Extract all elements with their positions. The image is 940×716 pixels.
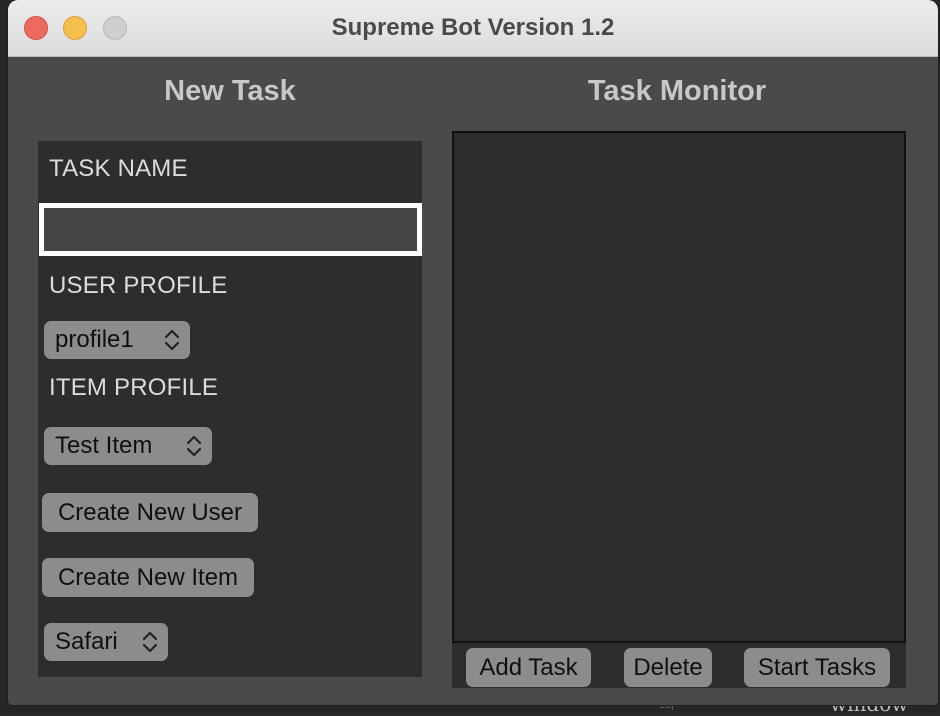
- chevron-up-down-icon: [164, 329, 180, 351]
- title-bar[interactable]: Supreme Bot Version 1.2: [8, 0, 938, 57]
- start-tasks-button[interactable]: Start Tasks: [744, 648, 890, 687]
- task-name-input[interactable]: [39, 203, 422, 256]
- task-monitor-heading: Task Monitor: [587, 75, 767, 107]
- user-profile-label: USER PROFILE: [49, 272, 228, 299]
- create-new-item-button[interactable]: Create New Item: [42, 558, 254, 597]
- user-profile-selected-value: profile1: [55, 326, 134, 353]
- delete-button[interactable]: Delete: [624, 648, 712, 687]
- browser-select[interactable]: Safari: [44, 623, 168, 661]
- item-profile-select[interactable]: Test Item: [44, 427, 212, 465]
- new-task-panel: TASK NAME USER PROFILE profile1 ITEM PRO…: [38, 141, 422, 677]
- item-profile-selected-value: Test Item: [55, 432, 153, 459]
- chevron-up-down-icon: [142, 631, 158, 653]
- new-task-heading: New Task: [164, 75, 296, 107]
- create-new-user-button[interactable]: Create New User: [42, 493, 258, 532]
- task-monitor-list[interactable]: [452, 131, 906, 643]
- window-title: Supreme Bot Version 1.2: [331, 14, 615, 41]
- task-name-label: TASK NAME: [49, 155, 188, 182]
- app-window: Supreme Bot Version 1.2 New Task Task Mo…: [8, 0, 938, 705]
- task-monitor-toolbar: Add Task Delete Start Tasks: [452, 643, 906, 688]
- add-task-button[interactable]: Add Task: [466, 648, 591, 687]
- user-profile-select[interactable]: profile1: [44, 321, 190, 359]
- browser-selected-value: Safari: [55, 628, 118, 655]
- chevron-up-down-icon: [186, 435, 202, 457]
- item-profile-label: ITEM PROFILE: [49, 374, 219, 401]
